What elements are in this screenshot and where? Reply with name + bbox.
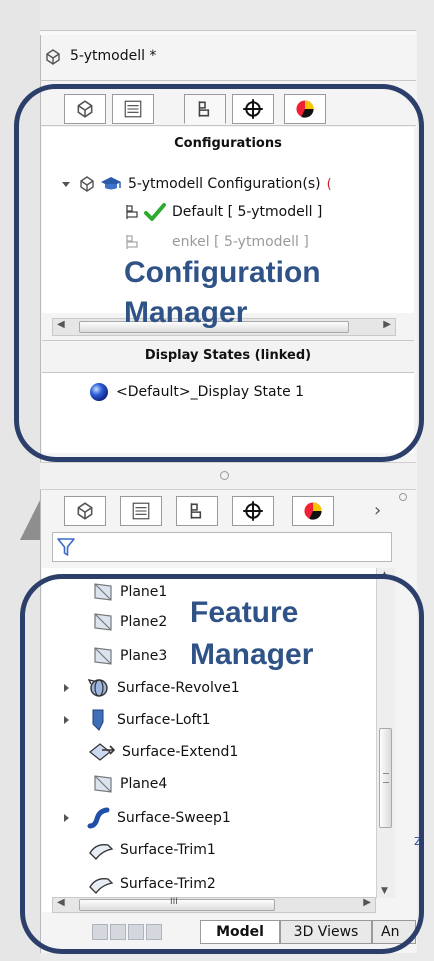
configuration-manager-label-line2: Manager	[124, 296, 248, 329]
part-icon	[46, 49, 60, 65]
tab-dimxpert-manager[interactable]	[232, 496, 274, 526]
tab-feature-manager[interactable]	[64, 496, 106, 526]
feature-manager-label-line1: Feature	[190, 596, 299, 629]
document-title-bar: 5-ytmodell *	[44, 44, 414, 72]
filter-icon[interactable]	[57, 537, 75, 557]
tab-property-manager[interactable]	[120, 496, 162, 526]
panel-splitter[interactable]	[40, 462, 416, 490]
part-icon	[77, 502, 93, 520]
feature-manager-label-line2: Manager	[190, 638, 314, 671]
side-grip-icon[interactable]	[399, 493, 407, 501]
title-divider	[40, 80, 416, 81]
crosshair-icon	[243, 501, 263, 521]
panel-top-edge	[40, 30, 416, 35]
tab-display-manager[interactable]	[292, 496, 334, 526]
tab-configuration-manager[interactable]	[176, 496, 218, 526]
splitter-grip-icon[interactable]	[220, 471, 229, 480]
tabs-more-chevron-icon[interactable]: ›	[374, 500, 381, 521]
viewport-edge-triangle	[20, 500, 40, 540]
appearance-icon	[304, 502, 322, 520]
feature-manager-callout	[20, 574, 424, 954]
manager-tabs-lower: ›	[64, 496, 384, 528]
configuration-manager-label-line1: Configuration	[124, 256, 321, 289]
property-list-icon	[132, 502, 150, 520]
document-title: 5-ytmodell *	[70, 48, 157, 64]
filter-bar[interactable]	[52, 532, 392, 562]
configuration-icon	[190, 503, 202, 519]
